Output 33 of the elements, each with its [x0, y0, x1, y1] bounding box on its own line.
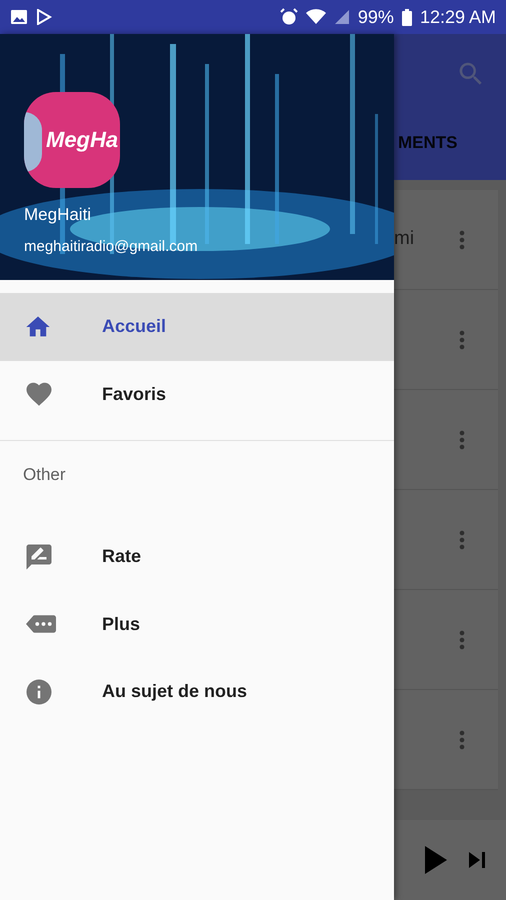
- account-email: meghaitiradio@gmail.com: [24, 238, 199, 255]
- menu-item[interactable]: Rate: [0, 523, 394, 590]
- info-icon: [24, 676, 54, 707]
- list-card[interactable]: [394, 590, 498, 690]
- menu-item[interactable]: Au sujet de nous: [0, 658, 394, 726]
- more-options-icon[interactable]: [459, 430, 465, 450]
- skip-next-icon[interactable]: [468, 851, 486, 869]
- play-store-icon: [36, 9, 52, 25]
- clock: 12:29 AM: [420, 6, 496, 28]
- menu-item[interactable]: Favoris: [0, 360, 394, 428]
- app-logo: MegHa: [24, 92, 120, 188]
- alarm-icon: [280, 8, 298, 26]
- list-card[interactable]: [394, 490, 498, 590]
- rate-review-icon: [24, 542, 54, 572]
- more-options-icon[interactable]: [459, 630, 465, 650]
- list-card[interactable]: [394, 690, 498, 790]
- play-icon[interactable]: [424, 845, 448, 875]
- menu-item[interactable]: Accueil: [0, 293, 394, 360]
- more-options-icon[interactable]: [459, 330, 465, 350]
- more-options-icon[interactable]: [459, 730, 465, 750]
- more-options-icon[interactable]: [459, 230, 465, 250]
- list-card[interactable]: [394, 390, 498, 490]
- image-icon: [10, 9, 28, 25]
- menu-item[interactable]: Plus: [0, 590, 394, 658]
- more-options-icon[interactable]: [459, 530, 465, 550]
- list-card[interactable]: [394, 290, 498, 390]
- battery-percentage: 99%: [358, 6, 394, 28]
- station-title: mi: [394, 228, 414, 250]
- wifi-icon: [306, 9, 326, 25]
- account-name: MegHaiti: [24, 205, 92, 225]
- section-header: Other: [22, 464, 67, 486]
- battery-icon: [402, 8, 412, 26]
- signal-icon: [334, 9, 350, 25]
